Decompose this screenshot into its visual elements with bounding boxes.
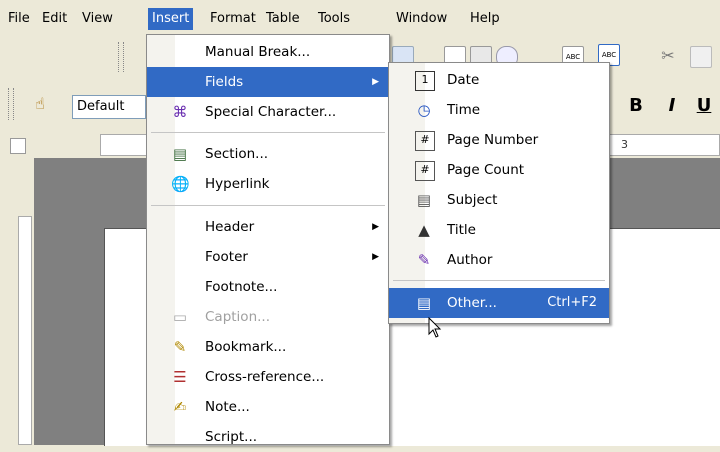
menu-item-footnote[interactable]: Footnote... bbox=[147, 272, 389, 302]
menu-table[interactable]: Table bbox=[262, 8, 304, 30]
paragraph-style-box[interactable]: Default bbox=[72, 95, 146, 119]
menu-edit[interactable]: Edit bbox=[38, 8, 71, 30]
menu-item-author[interactable]: ✎ Author bbox=[389, 245, 609, 275]
section-icon: ▤ bbox=[172, 145, 188, 163]
note-icon: ✍ bbox=[173, 398, 187, 416]
bold-button[interactable]: B bbox=[624, 94, 648, 118]
cut-icon[interactable]: ✂ bbox=[658, 46, 678, 66]
shortcut-label: Ctrl+F2 bbox=[547, 295, 597, 310]
menu-item-section[interactable]: ▤ Section... bbox=[147, 139, 389, 169]
vertical-ruler[interactable] bbox=[18, 216, 32, 445]
menu-item-other[interactable]: ▤ Other... Ctrl+F2 bbox=[389, 288, 609, 318]
menu-window[interactable]: Window bbox=[392, 8, 451, 30]
menu-separator bbox=[151, 132, 385, 133]
toolbar-grip[interactable] bbox=[118, 42, 124, 72]
time-icon: ◷ bbox=[417, 101, 431, 119]
tab-stop-selector[interactable] bbox=[10, 138, 26, 154]
toolbar-grip[interactable] bbox=[8, 88, 14, 120]
menu-item-date[interactable]: 1 Date bbox=[389, 65, 609, 95]
menu-separator bbox=[393, 280, 605, 281]
fields-submenu: 1 Date ◷ Time # Page Number # Page Count ▤ Su… bbox=[388, 62, 610, 324]
copy-icon[interactable] bbox=[690, 46, 712, 68]
menu-separator bbox=[151, 205, 385, 206]
menu-item-hyperlink[interactable]: 🌐 Hyperlink bbox=[147, 169, 389, 199]
menu-help[interactable]: Help bbox=[466, 8, 504, 30]
bookmark-icon: ✎ bbox=[173, 338, 187, 356]
menu-item-script[interactable]: Script... bbox=[147, 422, 389, 452]
underline-button[interactable]: U bbox=[692, 94, 716, 118]
menu-item-bookmark[interactable]: ✎ Bookmark... bbox=[147, 332, 389, 362]
menu-item-note[interactable]: ✍ Note... bbox=[147, 392, 389, 422]
menu-item-cross-reference[interactable]: ☰ Cross-reference... bbox=[147, 362, 389, 392]
menu-item-time[interactable]: ◷ Time bbox=[389, 95, 609, 125]
italic-button[interactable]: I bbox=[660, 94, 684, 118]
submenu-arrow-icon: ▶ bbox=[372, 252, 379, 262]
menu-item-fields[interactable]: Fields ▶ bbox=[147, 67, 389, 97]
menu-format[interactable]: Format bbox=[206, 8, 260, 30]
title-icon: ▲ bbox=[418, 221, 430, 239]
ruler-tick-label: 3 bbox=[621, 138, 628, 151]
hyperlink-icon: 🌐 bbox=[171, 175, 190, 193]
menu-item-page-count[interactable]: # Page Count bbox=[389, 155, 609, 185]
other-fields-icon: ▤ bbox=[416, 294, 432, 312]
cross-reference-icon: ☰ bbox=[173, 368, 187, 386]
menu-bar: File Edit View Insert Format Table Tools… bbox=[0, 0, 720, 34]
author-icon: ✎ bbox=[417, 251, 431, 269]
menu-item-caption: ▭ Caption... bbox=[172, 308, 271, 326]
menu-item-header[interactable]: Header ▶ bbox=[147, 212, 389, 242]
menu-item-subject[interactable]: ▤ Subject bbox=[389, 185, 609, 215]
subject-icon: ▤ bbox=[416, 191, 432, 209]
submenu-arrow-icon: ▶ bbox=[372, 77, 379, 87]
insert-menu: Manual Break... Fields ▶ ⌘ Special Charact… bbox=[146, 34, 390, 445]
page-number-icon: # bbox=[415, 131, 435, 151]
menu-item-manual-break[interactable]: Manual Break... bbox=[147, 37, 389, 67]
date-icon: 1 bbox=[415, 71, 435, 91]
menu-item-page-number[interactable]: # Page Number bbox=[389, 125, 609, 155]
styles-icon[interactable]: ☝ bbox=[30, 94, 50, 114]
page-count-icon: # bbox=[415, 161, 435, 181]
mouse-cursor-icon bbox=[428, 317, 442, 338]
caption-icon: ▭ bbox=[172, 308, 188, 326]
special-character-icon: ⌘ bbox=[172, 103, 188, 121]
menu-item-footer[interactable]: Footer ▶ bbox=[147, 242, 389, 272]
menu-view[interactable]: View bbox=[78, 8, 117, 30]
menu-item-special-character[interactable]: ⌘ Special Character... bbox=[147, 97, 389, 127]
menu-tools[interactable]: Tools bbox=[314, 8, 354, 30]
menu-insert[interactable]: Insert bbox=[148, 8, 194, 30]
menu-file[interactable]: File bbox=[4, 8, 34, 30]
submenu-arrow-icon: ▶ bbox=[372, 222, 379, 232]
menu-item-title[interactable]: ▲ Title bbox=[389, 215, 609, 245]
